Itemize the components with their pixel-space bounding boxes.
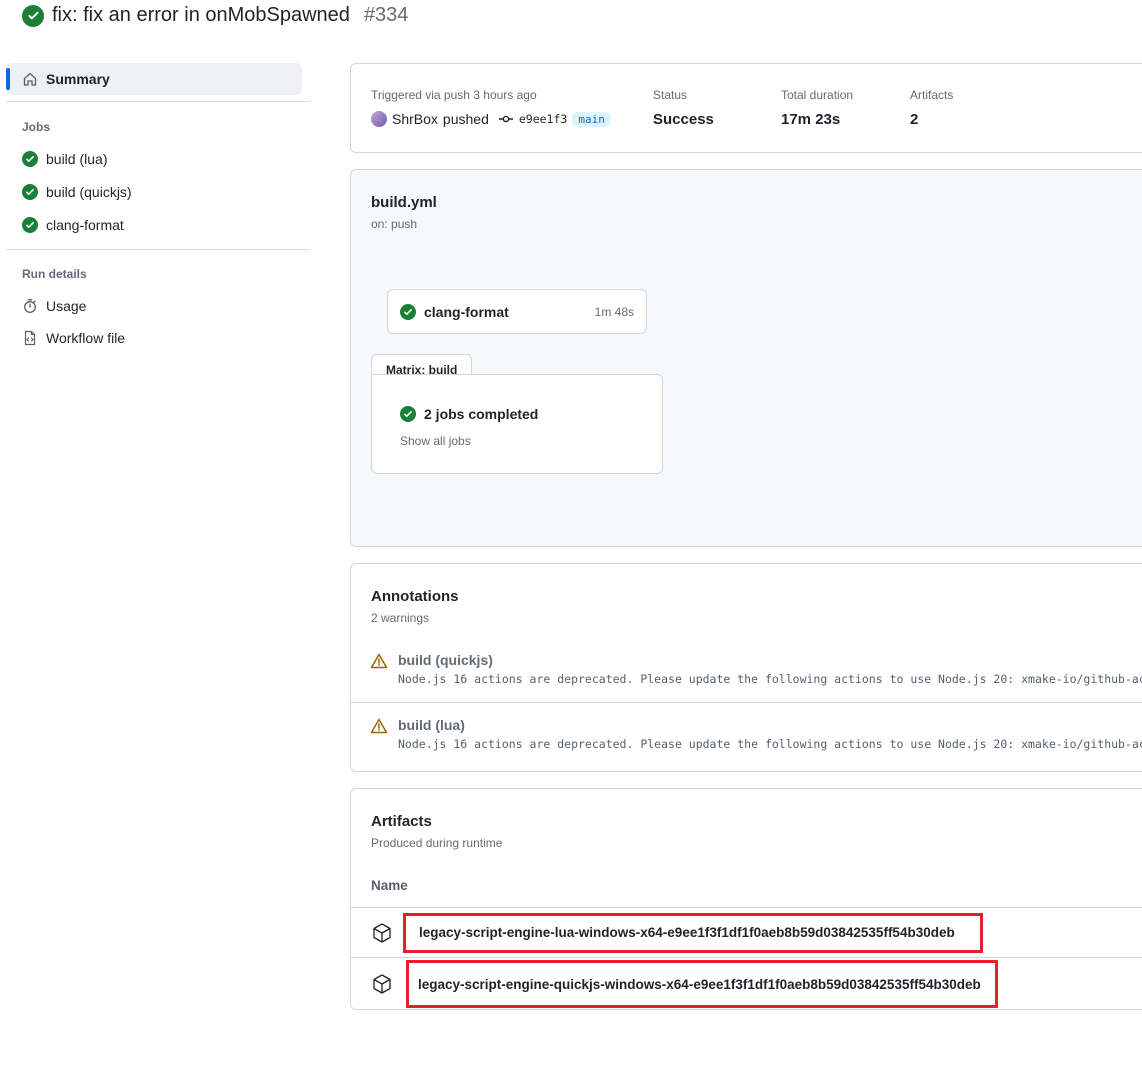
sidebar-item-workflow-file[interactable]: Workflow file xyxy=(22,330,125,346)
run-info-card: Triggered via push 3 hours ago ShrBox pu… xyxy=(350,63,1142,153)
annotation-job: build (lua) xyxy=(398,717,465,733)
sidebar-item-label: Usage xyxy=(46,298,87,314)
run-details-heading: Run details xyxy=(22,267,87,281)
run-number: #334 xyxy=(363,4,409,26)
success-check-icon xyxy=(22,4,44,27)
show-all-jobs-link[interactable]: Show all jobs xyxy=(400,434,471,448)
artifacts-subtitle: Produced during runtime xyxy=(371,836,503,850)
status-label: Status xyxy=(653,88,688,102)
sidebar-item-label: build (lua) xyxy=(46,151,108,167)
artifact-link[interactable]: legacy-script-engine-lua-windows-x64-e9e… xyxy=(419,925,955,940)
duration-label: Total duration xyxy=(781,88,854,102)
stopwatch-icon xyxy=(24,299,36,313)
success-check-icon xyxy=(22,217,38,233)
workflow-trigger: on: push xyxy=(371,217,418,231)
sidebar-item-label: clang-format xyxy=(46,217,124,233)
matrix-status-text: 2 jobs completed xyxy=(424,406,539,422)
home-icon xyxy=(23,72,37,86)
avatar[interactable] xyxy=(371,111,387,127)
run-title: fix: fix an error in onMobSpawned xyxy=(52,4,350,26)
workflow-file-name[interactable]: build.yml xyxy=(371,194,437,211)
annotation-message: Node.js 16 actions are deprecated. Pleas… xyxy=(398,737,1142,751)
artifact-row[interactable]: legacy-script-engine-quickjs-windows-x64… xyxy=(351,957,1142,1010)
highlight-box: legacy-script-engine-lua-windows-x64-e9e… xyxy=(403,912,983,953)
matrix-status: 2 jobs completed xyxy=(400,406,538,422)
package-icon xyxy=(373,974,391,994)
job-duration: 1m 48s xyxy=(594,304,634,319)
sidebar-item-label: Summary xyxy=(46,71,110,87)
push-info: ShrBox pushed e9ee1f3 main xyxy=(371,111,611,127)
sidebar-item-build-quickjs[interactable]: build (quickjs) xyxy=(22,184,132,200)
active-indicator xyxy=(6,68,10,90)
trigger-text: Triggered via push 3 hours ago xyxy=(371,88,537,102)
push-action: pushed xyxy=(442,111,489,127)
matrix-label: Matrix: build xyxy=(371,354,473,377)
artifact-row[interactable]: legacy-script-engine-lua-windows-x64-e9e… xyxy=(351,907,1142,957)
annotation-message: Node.js 16 actions are deprecated. Pleas… xyxy=(398,672,1142,686)
commit-icon xyxy=(498,115,513,123)
annotations-title: Annotations xyxy=(371,588,459,605)
branch-badge[interactable]: main xyxy=(572,111,611,127)
success-check-icon xyxy=(22,151,38,167)
annotation-item[interactable]: build (lua) Node.js 16 actions are depre… xyxy=(370,717,1142,751)
annotations-count: 2 warnings xyxy=(371,611,430,625)
duration-value: 17m 23s xyxy=(781,111,841,128)
jobs-heading: Jobs xyxy=(22,120,51,134)
sidebar-item-label: Workflow file xyxy=(46,330,126,346)
sidebar-item-build-lua[interactable]: build (lua) xyxy=(22,151,107,167)
sidebar-item-usage[interactable]: Usage xyxy=(22,298,86,314)
artifact-link[interactable]: legacy-script-engine-quickjs-windows-x64… xyxy=(418,977,981,992)
annotation-job: build (quickjs) xyxy=(398,652,493,668)
success-check-icon xyxy=(22,184,38,200)
artifacts-count: 2 xyxy=(910,111,919,128)
annotation-item[interactable]: build (quickjs) Node.js 16 actions are d… xyxy=(370,652,1142,686)
sidebar-divider xyxy=(6,101,310,102)
sidebar-item-clang-format[interactable]: clang-format xyxy=(22,217,124,233)
artifacts-title: Artifacts xyxy=(371,813,432,830)
highlight-box: legacy-script-engine-quickjs-windows-x64… xyxy=(406,960,998,1008)
artifacts-column-name: Name xyxy=(371,878,408,893)
artifacts-label: Artifacts xyxy=(910,88,954,102)
sidebar-item-summary[interactable]: Summary xyxy=(6,63,302,95)
file-code-icon xyxy=(24,330,36,346)
success-check-icon xyxy=(400,406,416,422)
annotation-divider xyxy=(351,702,1142,703)
job-card-clang-format[interactable]: clang-format 1m 48s xyxy=(387,289,647,334)
matrix-build-card[interactable]: 2 jobs completed Show all jobs xyxy=(371,374,663,474)
sidebar-divider xyxy=(6,249,310,250)
warning-icon xyxy=(370,718,388,734)
commit-sha[interactable]: e9ee1f3 xyxy=(519,112,567,126)
actor-link[interactable]: ShrBox xyxy=(392,111,438,127)
run-title-row: fix: fix an error in onMobSpawned #334 xyxy=(22,4,408,27)
warning-icon xyxy=(370,653,388,669)
success-check-icon xyxy=(400,303,416,320)
status-value: Success xyxy=(653,111,714,128)
package-icon xyxy=(373,922,391,943)
sidebar-item-label: build (quickjs) xyxy=(46,184,132,200)
job-name: clang-format xyxy=(424,303,509,320)
